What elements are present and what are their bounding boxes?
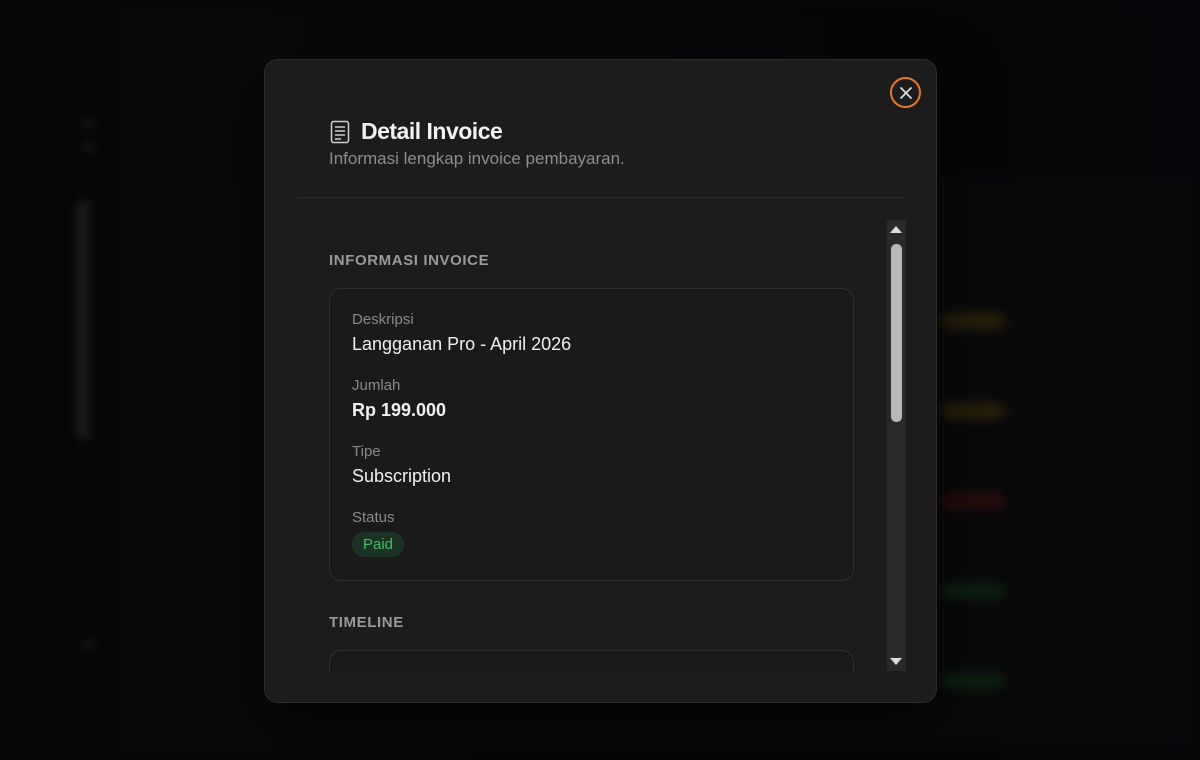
field-value-description: Langganan Pro - April 2026: [352, 334, 572, 354]
document-icon: [329, 120, 351, 144]
status-badge: Paid: [352, 532, 405, 557]
field-value-amount: Rp 199.000: [352, 400, 447, 420]
close-icon: [899, 86, 912, 99]
invoice-info-card: Deskripsi Langganan Pro - April 2026 Jum…: [329, 288, 854, 581]
invoice-detail-modal: Detail Invoice Informasi lengkap invoice…: [264, 59, 937, 703]
field-label: Status: [352, 509, 395, 526]
scroll-up-icon[interactable]: [890, 226, 902, 233]
field-type: Tipe Subscription: [352, 443, 451, 487]
field-status: Status Paid: [352, 509, 405, 557]
timeline-card: [329, 650, 854, 672]
modal-body-scroll-area[interactable]: INFORMASI INVOICE Deskripsi Langganan Pr…: [297, 220, 907, 672]
section-label-timeline: TIMELINE: [329, 614, 404, 631]
field-value-type: Subscription: [352, 466, 452, 486]
modal-header: Detail Invoice Informasi lengkap invoice…: [329, 118, 625, 169]
field-description: Deskripsi Langganan Pro - April 2026: [352, 311, 571, 355]
modal-scrollbar[interactable]: [887, 220, 906, 671]
header-divider: [297, 197, 905, 198]
field-label: Deskripsi: [352, 311, 414, 328]
scrollbar-thumb[interactable]: [891, 244, 902, 422]
modal-subtitle: Informasi lengkap invoice pembayaran.: [329, 149, 625, 168]
scroll-down-icon[interactable]: [890, 658, 902, 665]
field-label: Tipe: [352, 443, 381, 460]
field-label: Jumlah: [352, 377, 401, 394]
field-amount: Jumlah Rp 199.000: [352, 377, 446, 421]
modal-title: Detail Invoice: [361, 118, 503, 144]
modal-title-row: Detail Invoice: [329, 118, 625, 145]
close-button[interactable]: [890, 77, 921, 108]
section-label-invoice-info: INFORMASI INVOICE: [329, 252, 490, 269]
